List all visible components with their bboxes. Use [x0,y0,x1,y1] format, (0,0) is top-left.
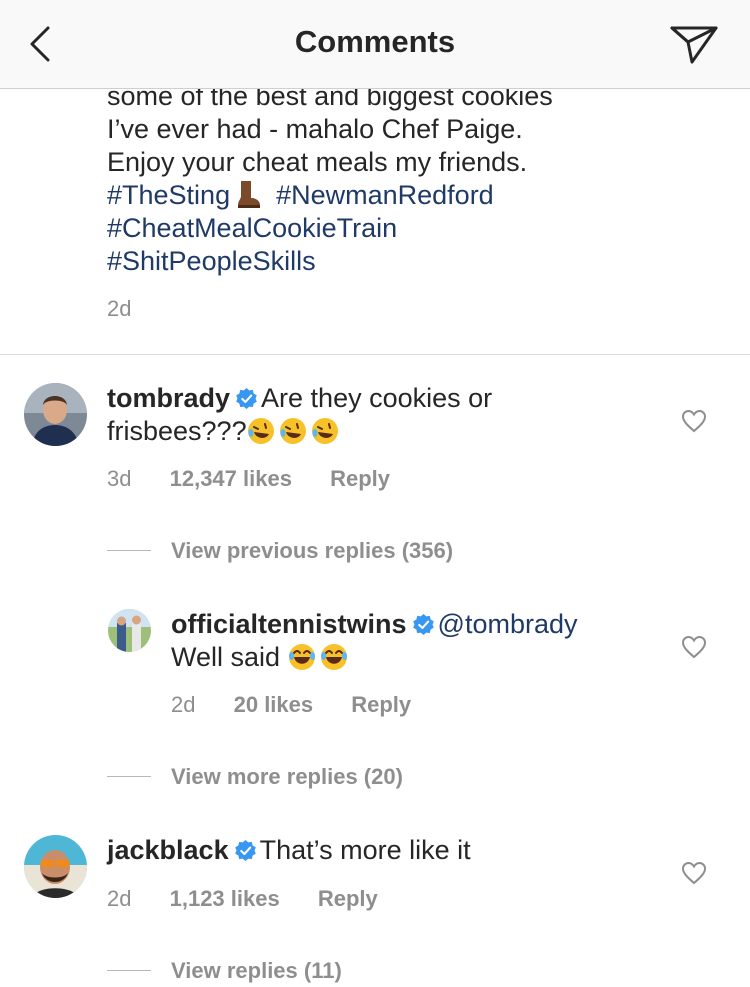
joy-emoji-icon [320,644,347,670]
comment-text: Are they cookies or [261,383,493,413]
view-replies-button[interactable]: View more replies (20) [171,764,403,790]
comment-timestamp: 2d [107,886,132,911]
likes-count[interactable]: 1,123 likes [170,886,280,911]
heart-icon[interactable] [681,635,707,659]
comment-username[interactable]: officialtennistwins [171,609,407,639]
caption-hashtag-line: #TheSting #NewmanRedford [107,179,707,212]
caption-timestamp: 2d [107,296,132,321]
paper-plane-icon [670,26,718,64]
reply-button[interactable]: Reply [318,886,378,911]
comment-username[interactable]: tombrady [107,383,230,413]
replies-divider-line [107,550,151,551]
caption-hashtag-line: #ShitPeopleSkills [107,245,707,278]
reply-button[interactable]: Reply [351,692,411,717]
mention-link[interactable]: @tombrady [438,609,578,639]
caption-line: Enjoy your cheat meals my friends. [107,147,528,177]
avatar[interactable] [108,609,151,652]
comment-body: tombrady Are they cookies or frisbees??? [107,382,492,448]
page-title: Comments [294,24,456,59]
comment-timestamp: 2d [171,692,196,717]
comment-username[interactable]: jackblack [107,835,229,865]
verified-badge-icon [236,388,257,409]
likes-count[interactable]: 20 likes [234,692,314,717]
likes-count[interactable]: 12,347 likes [170,466,292,491]
rofl-emoji-icon [247,418,274,444]
reply-button[interactable]: Reply [330,466,390,491]
post-caption: some of the best and biggest cookies I’v… [107,80,707,278]
hashtag-link[interactable]: #TheSting [107,180,230,210]
comment-text: frisbees??? [107,416,247,446]
share-button[interactable] [668,22,720,66]
verified-badge-icon [234,840,256,861]
heart-icon[interactable] [681,409,707,433]
hashtag-link[interactable]: #CheatMealCookieTrain [107,213,397,243]
hashtag-link[interactable]: #ShitPeopleSkills [107,246,316,276]
comment-meta: 3d 12,347 likes Reply [107,466,422,492]
replies-divider-line [107,970,151,971]
rofl-emoji-icon [311,418,338,444]
replies-divider-line [107,776,151,777]
comment-timestamp: 3d [107,466,132,491]
view-replies-button[interactable]: View previous replies (356) [171,538,453,564]
comments-header: Comments [0,0,750,89]
comment-meta: 2d 20 likes Reply [171,692,443,718]
caption-hashtag-line: #CheatMealCookieTrain [107,212,707,245]
comment-text: Well said [171,642,281,672]
comment-body: jackblack That’s more like it [107,834,471,867]
heart-icon[interactable] [681,861,707,885]
verified-badge-icon [412,614,434,635]
comment-text: That’s more like it [259,835,471,865]
caption-line: I’ve ever had - mahalo Chef Paige. [107,114,523,144]
comment-meta: 2d 1,123 likes Reply [107,886,410,912]
avatar[interactable] [24,383,87,446]
boot-emoji-icon [238,181,261,208]
divider [0,354,750,355]
view-replies-button[interactable]: View replies (11) [171,958,342,984]
rofl-emoji-icon [279,418,306,444]
joy-emoji-icon [288,644,315,670]
comment-body: officialtennistwins @tombrady Well said [171,608,578,674]
hashtag-link[interactable]: #NewmanRedford [276,180,494,210]
avatar[interactable] [24,835,87,898]
